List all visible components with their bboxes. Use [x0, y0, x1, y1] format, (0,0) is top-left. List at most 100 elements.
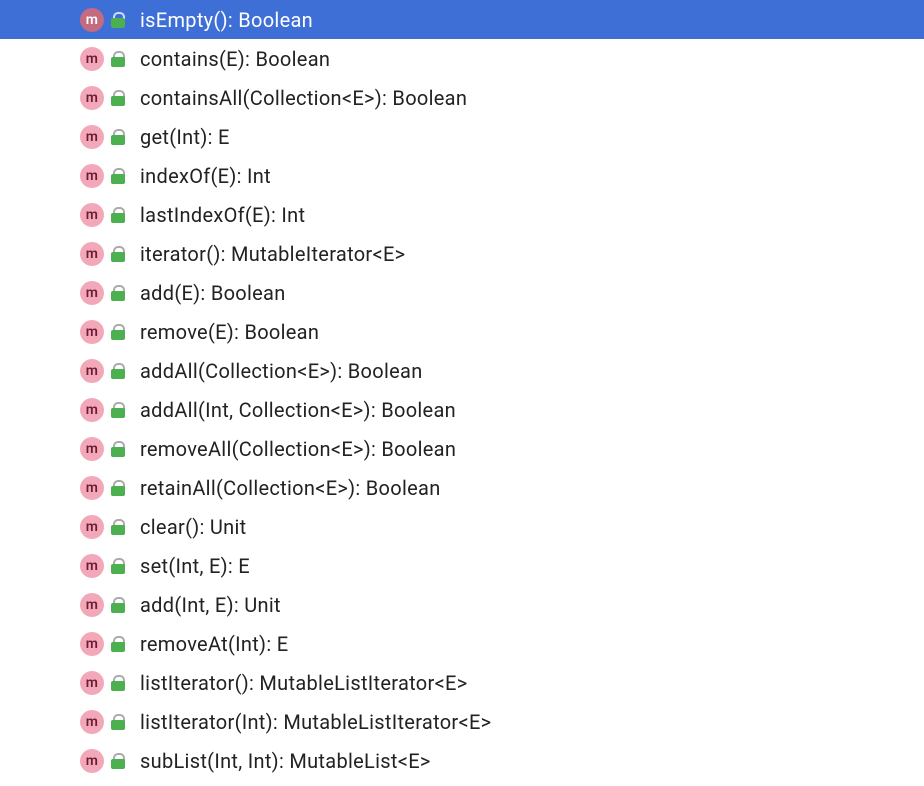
- method-signature: isEmpty(): Boolean: [134, 8, 313, 32]
- method-icon: m: [80, 632, 104, 656]
- visibility-lock-icon: [110, 674, 126, 692]
- method-row[interactable]: m removeAt(Int): E: [0, 624, 924, 663]
- visibility-lock-icon: [110, 167, 126, 185]
- visibility-lock-icon: [110, 752, 126, 770]
- method-row[interactable]: m clear(): Unit: [0, 507, 924, 546]
- row-icons: m: [80, 632, 126, 656]
- row-icons: m: [80, 710, 126, 734]
- method-icon: m: [80, 320, 104, 344]
- row-icons: m: [80, 242, 126, 266]
- visibility-lock-icon: [110, 284, 126, 302]
- visibility-lock-icon: [110, 89, 126, 107]
- row-icons: m: [80, 398, 126, 422]
- method-icon: m: [80, 437, 104, 461]
- method-signature: retainAll(Collection<E>): Boolean: [134, 476, 441, 500]
- method-signature: addAll(Collection<E>): Boolean: [134, 359, 423, 383]
- row-icons: m: [80, 164, 126, 188]
- row-icons: m: [80, 476, 126, 500]
- method-icon: m: [80, 515, 104, 539]
- method-row[interactable]: m retainAll(Collection<E>): Boolean: [0, 468, 924, 507]
- method-icon: m: [80, 710, 104, 734]
- row-icons: m: [80, 359, 126, 383]
- method-icon: m: [80, 359, 104, 383]
- method-row[interactable]: m containsAll(Collection<E>): Boolean: [0, 78, 924, 117]
- method-icon: m: [80, 749, 104, 773]
- method-icon: m: [80, 125, 104, 149]
- visibility-lock-icon: [110, 206, 126, 224]
- method-icon: m: [80, 164, 104, 188]
- row-icons: m: [80, 554, 126, 578]
- visibility-lock-icon: [110, 401, 126, 419]
- method-row[interactable]: m get(Int): E: [0, 117, 924, 156]
- method-row[interactable]: m add(E): Boolean: [0, 273, 924, 312]
- method-signature: addAll(Int, Collection<E>): Boolean: [134, 398, 456, 422]
- row-icons: m: [80, 125, 126, 149]
- row-icons: m: [80, 749, 126, 773]
- method-signature: indexOf(E): Int: [134, 164, 271, 188]
- visibility-lock-icon: [110, 479, 126, 497]
- method-row[interactable]: m listIterator(Int): MutableListIterator<…: [0, 702, 924, 741]
- row-icons: m: [80, 281, 126, 305]
- method-signature: add(E): Boolean: [134, 281, 286, 305]
- visibility-lock-icon: [110, 596, 126, 614]
- visibility-lock-icon: [110, 245, 126, 263]
- visibility-lock-icon: [110, 557, 126, 575]
- method-list: m isEmpty(): Boolean m contains(E): Boolean…: [0, 0, 924, 780]
- visibility-lock-icon: [110, 440, 126, 458]
- method-icon: m: [80, 203, 104, 227]
- visibility-lock-icon: [110, 11, 126, 29]
- method-signature: removeAll(Collection<E>): Boolean: [134, 437, 456, 461]
- visibility-lock-icon: [110, 362, 126, 380]
- row-icons: m: [80, 593, 126, 617]
- visibility-lock-icon: [110, 713, 126, 731]
- method-signature: listIterator(Int): MutableListIterator<E…: [134, 710, 491, 734]
- method-icon: m: [80, 593, 104, 617]
- row-icons: m: [80, 515, 126, 539]
- visibility-lock-icon: [110, 128, 126, 146]
- method-signature: clear(): Unit: [134, 515, 247, 539]
- method-row[interactable]: m isEmpty(): Boolean: [0, 0, 924, 39]
- method-icon: m: [80, 86, 104, 110]
- method-row[interactable]: m lastIndexOf(E): Int: [0, 195, 924, 234]
- row-icons: m: [80, 8, 126, 32]
- row-icons: m: [80, 47, 126, 71]
- method-icon: m: [80, 281, 104, 305]
- method-signature: subList(Int, Int): MutableList<E>: [134, 749, 431, 773]
- method-row[interactable]: m removeAll(Collection<E>): Boolean: [0, 429, 924, 468]
- row-icons: m: [80, 86, 126, 110]
- visibility-lock-icon: [110, 518, 126, 536]
- method-icon: m: [80, 476, 104, 500]
- method-signature: remove(E): Boolean: [134, 320, 319, 344]
- visibility-lock-icon: [110, 635, 126, 653]
- method-signature: removeAt(Int): E: [134, 632, 288, 656]
- method-row[interactable]: m listIterator(): MutableListIterator<E>: [0, 663, 924, 702]
- method-row[interactable]: m addAll(Collection<E>): Boolean: [0, 351, 924, 390]
- visibility-lock-icon: [110, 323, 126, 341]
- method-icon: m: [80, 47, 104, 71]
- method-icon: m: [80, 398, 104, 422]
- row-icons: m: [80, 203, 126, 227]
- method-icon: m: [80, 242, 104, 266]
- method-icon: m: [80, 554, 104, 578]
- method-signature: get(Int): E: [134, 125, 230, 149]
- method-row[interactable]: m indexOf(E): Int: [0, 156, 924, 195]
- method-signature: add(Int, E): Unit: [134, 593, 281, 617]
- method-row[interactable]: m subList(Int, Int): MutableList<E>: [0, 741, 924, 780]
- method-signature: set(Int, E): E: [134, 554, 250, 578]
- method-row[interactable]: m contains(E): Boolean: [0, 39, 924, 78]
- method-signature: listIterator(): MutableListIterator<E>: [134, 671, 467, 695]
- method-row[interactable]: m remove(E): Boolean: [0, 312, 924, 351]
- method-signature: containsAll(Collection<E>): Boolean: [134, 86, 467, 110]
- method-signature: contains(E): Boolean: [134, 47, 330, 71]
- method-signature: iterator(): MutableIterator<E>: [134, 242, 405, 266]
- method-row[interactable]: m add(Int, E): Unit: [0, 585, 924, 624]
- method-icon: m: [80, 8, 104, 32]
- method-icon: m: [80, 671, 104, 695]
- row-icons: m: [80, 437, 126, 461]
- method-signature: lastIndexOf(E): Int: [134, 203, 305, 227]
- method-row[interactable]: m iterator(): MutableIterator<E>: [0, 234, 924, 273]
- row-icons: m: [80, 320, 126, 344]
- method-row[interactable]: m addAll(Int, Collection<E>): Boolean: [0, 390, 924, 429]
- method-row[interactable]: m set(Int, E): E: [0, 546, 924, 585]
- row-icons: m: [80, 671, 126, 695]
